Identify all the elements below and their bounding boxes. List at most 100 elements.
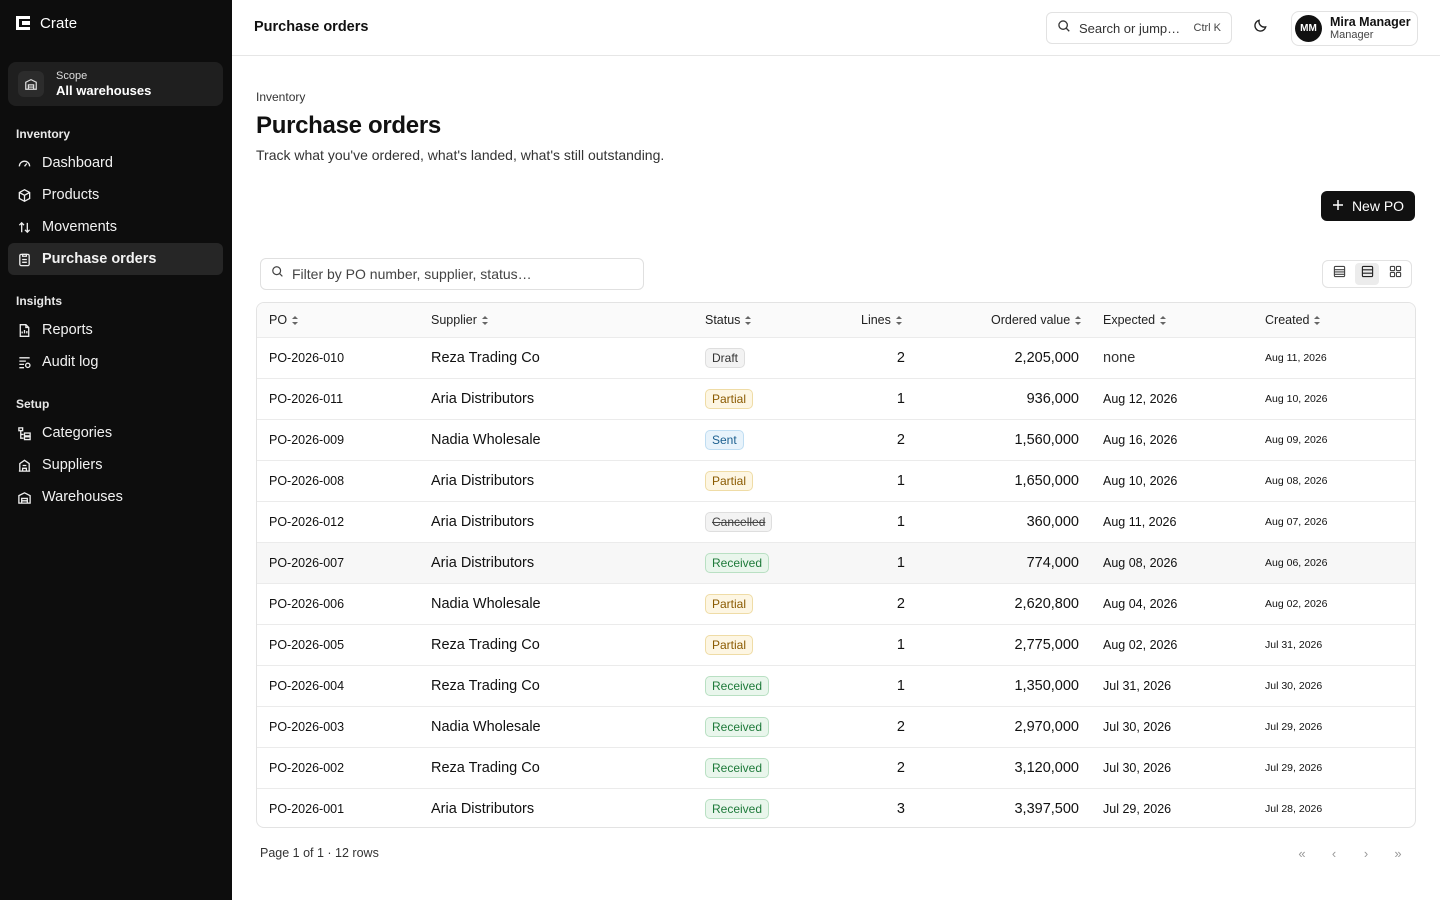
scope-selector[interactable]: Scope All warehouses — [8, 62, 223, 106]
topbar: Purchase orders Search or jump… Ctrl K M… — [232, 0, 1440, 56]
ordered-value-cell: 2,775,000 — [1014, 637, 1079, 653]
lines-cell: 1 — [896, 555, 905, 571]
sidebar-item-label: Suppliers — [42, 457, 103, 473]
table-row[interactable]: PO-2026-005 Reza Trading Co 1 2,775,000 Aug … — [257, 624, 1415, 665]
column-header-po[interactable]: PO — [269, 313, 299, 327]
table-row[interactable]: PO-2026-012 Aria Distributors 1 360,000 Aug … — [257, 501, 1415, 542]
next-page-button[interactable]: › — [1358, 845, 1374, 861]
status-cell: Partial — [705, 625, 754, 665]
supplier-cell: Nadia Wholesale — [431, 596, 541, 612]
nav-group-insights: Insights — [16, 294, 63, 308]
column-header-ordered-value[interactable]: Ordered value — [991, 313, 1082, 327]
sidebar-item-products[interactable]: Products — [8, 179, 223, 211]
sidebar-item-purchase-orders[interactable]: Purchase orders — [8, 243, 223, 275]
table-row[interactable]: PO-2026-006 Nadia Wholesale 2 2,620,800 Aug … — [257, 583, 1415, 624]
sidebar-item-audit-log[interactable]: Audit log — [8, 346, 223, 378]
table-row[interactable]: PO-2026-010 Reza Trading Co 2 2,205,000 none… — [257, 337, 1415, 378]
column-header-status[interactable]: Status — [705, 313, 752, 327]
created-cell: Jul 29, 2026 — [1265, 762, 1323, 774]
user-role: Manager — [1330, 29, 1374, 41]
created-cell: Aug 10, 2026 — [1265, 393, 1328, 405]
status-cell: Received — [705, 748, 770, 788]
clipboard-list-icon — [16, 251, 32, 267]
table-row[interactable]: PO-2026-007 Aria Distributors 1 774,000 Aug … — [257, 542, 1415, 583]
supplier-cell: Aria Distributors — [431, 473, 535, 489]
user-menu-button[interactable]: MM Mira Manager Manager — [1291, 11, 1418, 46]
sidebar-item-label: Products — [42, 187, 100, 203]
table-row[interactable]: PO-2026-009 Nadia Wholesale 2 1,560,000 Aug … — [257, 419, 1415, 460]
status-badge: Draft — [705, 348, 746, 368]
ordered-value-cell: 3,120,000 — [1014, 760, 1079, 776]
status-badge: Received — [705, 758, 770, 778]
status-cell: Draft — [705, 338, 746, 378]
expected-cell: Aug 12, 2026 — [1103, 392, 1178, 406]
supplier-cell: Aria Distributors — [431, 801, 535, 817]
filter-input[interactable] — [292, 266, 622, 282]
global-search[interactable]: Search or jump… Ctrl K — [1046, 12, 1232, 44]
status-cell: Partial — [705, 379, 754, 419]
sidebar-item-suppliers[interactable]: Suppliers — [8, 449, 223, 481]
supplier-cell: Aria Distributors — [431, 555, 535, 571]
sort-icon — [292, 315, 299, 325]
status-badge: Partial — [705, 389, 754, 409]
breadcrumb[interactable]: Inventory — [256, 90, 305, 104]
rows-comfortable-icon — [1361, 265, 1374, 283]
moon-icon — [1253, 18, 1268, 38]
filter-box — [260, 258, 644, 290]
sidebar-item-label: Categories — [42, 425, 113, 441]
theme-toggle-button[interactable] — [1248, 16, 1272, 40]
column-header-supplier[interactable]: Supplier — [431, 313, 488, 327]
new-po-button[interactable]: New PO — [1321, 191, 1415, 221]
sidebar-item-dashboard[interactable]: Dashboard — [8, 147, 223, 179]
column-header-lines[interactable]: Lines — [861, 313, 902, 327]
sidebar-item-reports[interactable]: Reports — [8, 314, 223, 346]
status-cell: Partial — [705, 584, 754, 624]
created-cell: Jul 31, 2026 — [1265, 639, 1323, 651]
brand[interactable]: Crate — [16, 13, 77, 33]
created-cell: Aug 06, 2026 — [1265, 557, 1328, 569]
table-row[interactable]: PO-2026-008 Aria Distributors 1 1,650,000 Au… — [257, 460, 1415, 501]
lines-cell: 2 — [896, 350, 905, 366]
view-comfortable-button[interactable] — [1355, 263, 1379, 285]
column-header-created[interactable]: Created — [1265, 313, 1321, 327]
first-page-button[interactable]: « — [1294, 845, 1310, 861]
supplier-cell: Reza Trading Co — [431, 678, 540, 694]
status-cell: Received — [705, 666, 770, 706]
po-cell: PO-2026-006 — [269, 597, 345, 611]
category-tree-icon — [16, 425, 32, 441]
table-row[interactable]: PO-2026-001 Aria Distributors 3 3,397,500 Ju… — [257, 788, 1415, 827]
po-cell: PO-2026-011 — [269, 392, 344, 406]
table-row[interactable]: PO-2026-011 Aria Distributors 1 936,000 Aug … — [257, 378, 1415, 419]
ordered-value-cell: 1,560,000 — [1014, 432, 1079, 448]
expected-cell: Jul 29, 2026 — [1103, 802, 1172, 816]
table-row[interactable]: PO-2026-002 Reza Trading Co 2 3,120,000 Jul … — [257, 747, 1415, 788]
expected-cell: Aug 10, 2026 — [1103, 474, 1178, 488]
sidebar-item-warehouses[interactable]: Warehouses — [8, 481, 223, 513]
table-row[interactable]: PO-2026-004 Reza Trading Co 1 1,350,000 Jul … — [257, 665, 1415, 706]
sort-icon — [745, 315, 752, 325]
rows-compact-icon — [1333, 265, 1346, 283]
last-page-button[interactable]: » — [1390, 845, 1406, 861]
created-cell: Aug 11, 2026 — [1265, 352, 1327, 364]
status-cell: Received — [705, 707, 770, 747]
expected-cell: Aug 11, 2026 — [1103, 515, 1177, 529]
table-row[interactable]: PO-2026-003 Nadia Wholesale 2 2,970,000 Jul … — [257, 706, 1415, 747]
page-subtitle: Track what you've ordered, what's landed… — [256, 147, 665, 163]
sidebar-item-categories[interactable]: Categories — [8, 417, 223, 449]
previous-page-button[interactable]: ‹ — [1326, 845, 1342, 861]
po-cell: PO-2026-008 — [269, 474, 345, 488]
column-header-expected[interactable]: Expected — [1103, 313, 1167, 327]
status-badge: Received — [705, 553, 770, 573]
sidebar-item-movements[interactable]: Movements — [8, 211, 223, 243]
new-po-label: New PO — [1351, 198, 1405, 214]
ordered-value-cell: 1,350,000 — [1014, 678, 1079, 694]
view-compact-button[interactable] — [1327, 263, 1351, 285]
expected-cell: Aug 16, 2026 — [1103, 433, 1178, 447]
lines-cell: 1 — [896, 514, 905, 530]
supplier-cell: Reza Trading Co — [431, 760, 540, 776]
plus-icon — [1332, 198, 1344, 214]
status-badge: Received — [705, 676, 770, 696]
view-grid-button[interactable] — [1383, 263, 1407, 285]
sidebar-item-label: Dashboard — [42, 155, 113, 171]
expected-cell: none — [1103, 350, 1136, 366]
